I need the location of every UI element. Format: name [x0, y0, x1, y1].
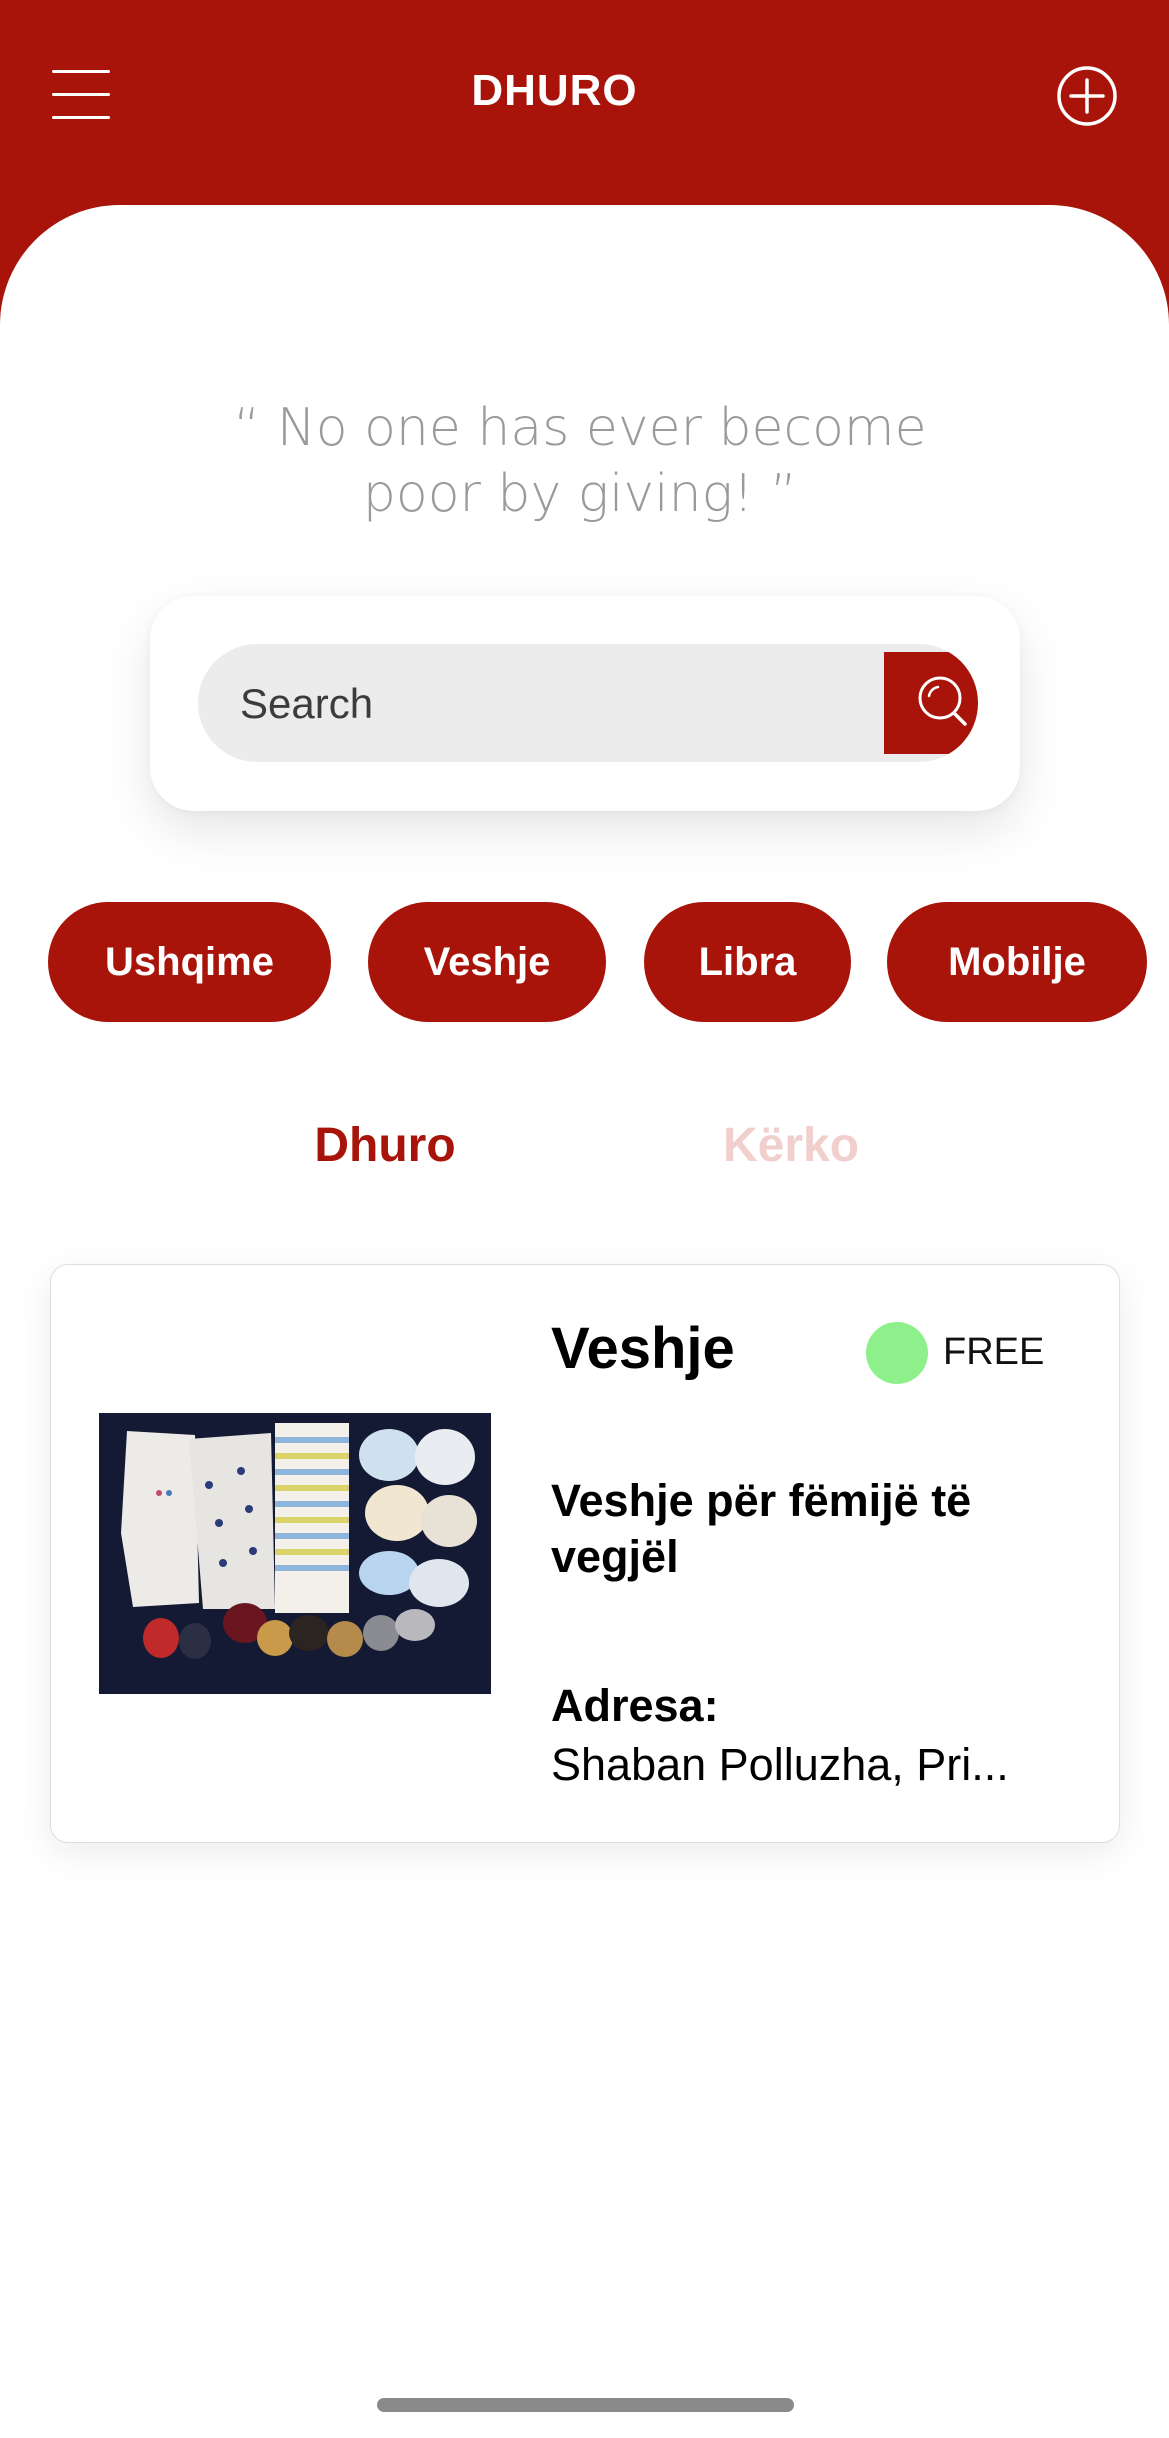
- address-value: Shaban Polluzha, Pri...: [551, 1739, 1009, 1790]
- search-button[interactable]: [884, 652, 978, 754]
- search-icon: [918, 676, 967, 726]
- listing-description: Veshje për fëmijë të vegjël: [551, 1475, 972, 1582]
- category-chip-libra[interactable]: Libra: [644, 902, 851, 1022]
- quote-text: “ No one has ever become poor by giving!…: [233, 398, 927, 524]
- category-chip-ushqime[interactable]: Ushqime: [48, 902, 331, 1022]
- listing-category: Veshje: [551, 1316, 735, 1381]
- status-badge: FREE: [943, 1331, 1045, 1373]
- home-indicator[interactable]: [377, 2398, 794, 2412]
- app-title: DHURO: [471, 66, 638, 115]
- tab-dhuro[interactable]: Dhuro: [280, 1110, 490, 1180]
- address-label: Adresa:: [551, 1680, 719, 1731]
- category-chip-mobilje[interactable]: Mobilje: [887, 902, 1147, 1022]
- listing-card[interactable]: Veshje FREE Veshje për fëmijë të vegjël …: [50, 1264, 1120, 1843]
- product-image: [99, 1413, 491, 1694]
- plus-circle-icon: [1057, 66, 1117, 126]
- search-input[interactable]: [238, 644, 802, 762]
- add-button[interactable]: [1056, 65, 1118, 127]
- status-dot-icon: [866, 1322, 928, 1384]
- category-chip-veshje[interactable]: Veshje: [368, 902, 606, 1022]
- tab-kerko[interactable]: Kërko: [686, 1110, 896, 1180]
- search-field[interactable]: [198, 644, 978, 762]
- hamburger-menu-icon-line: [52, 116, 110, 119]
- search-card: [150, 596, 1020, 811]
